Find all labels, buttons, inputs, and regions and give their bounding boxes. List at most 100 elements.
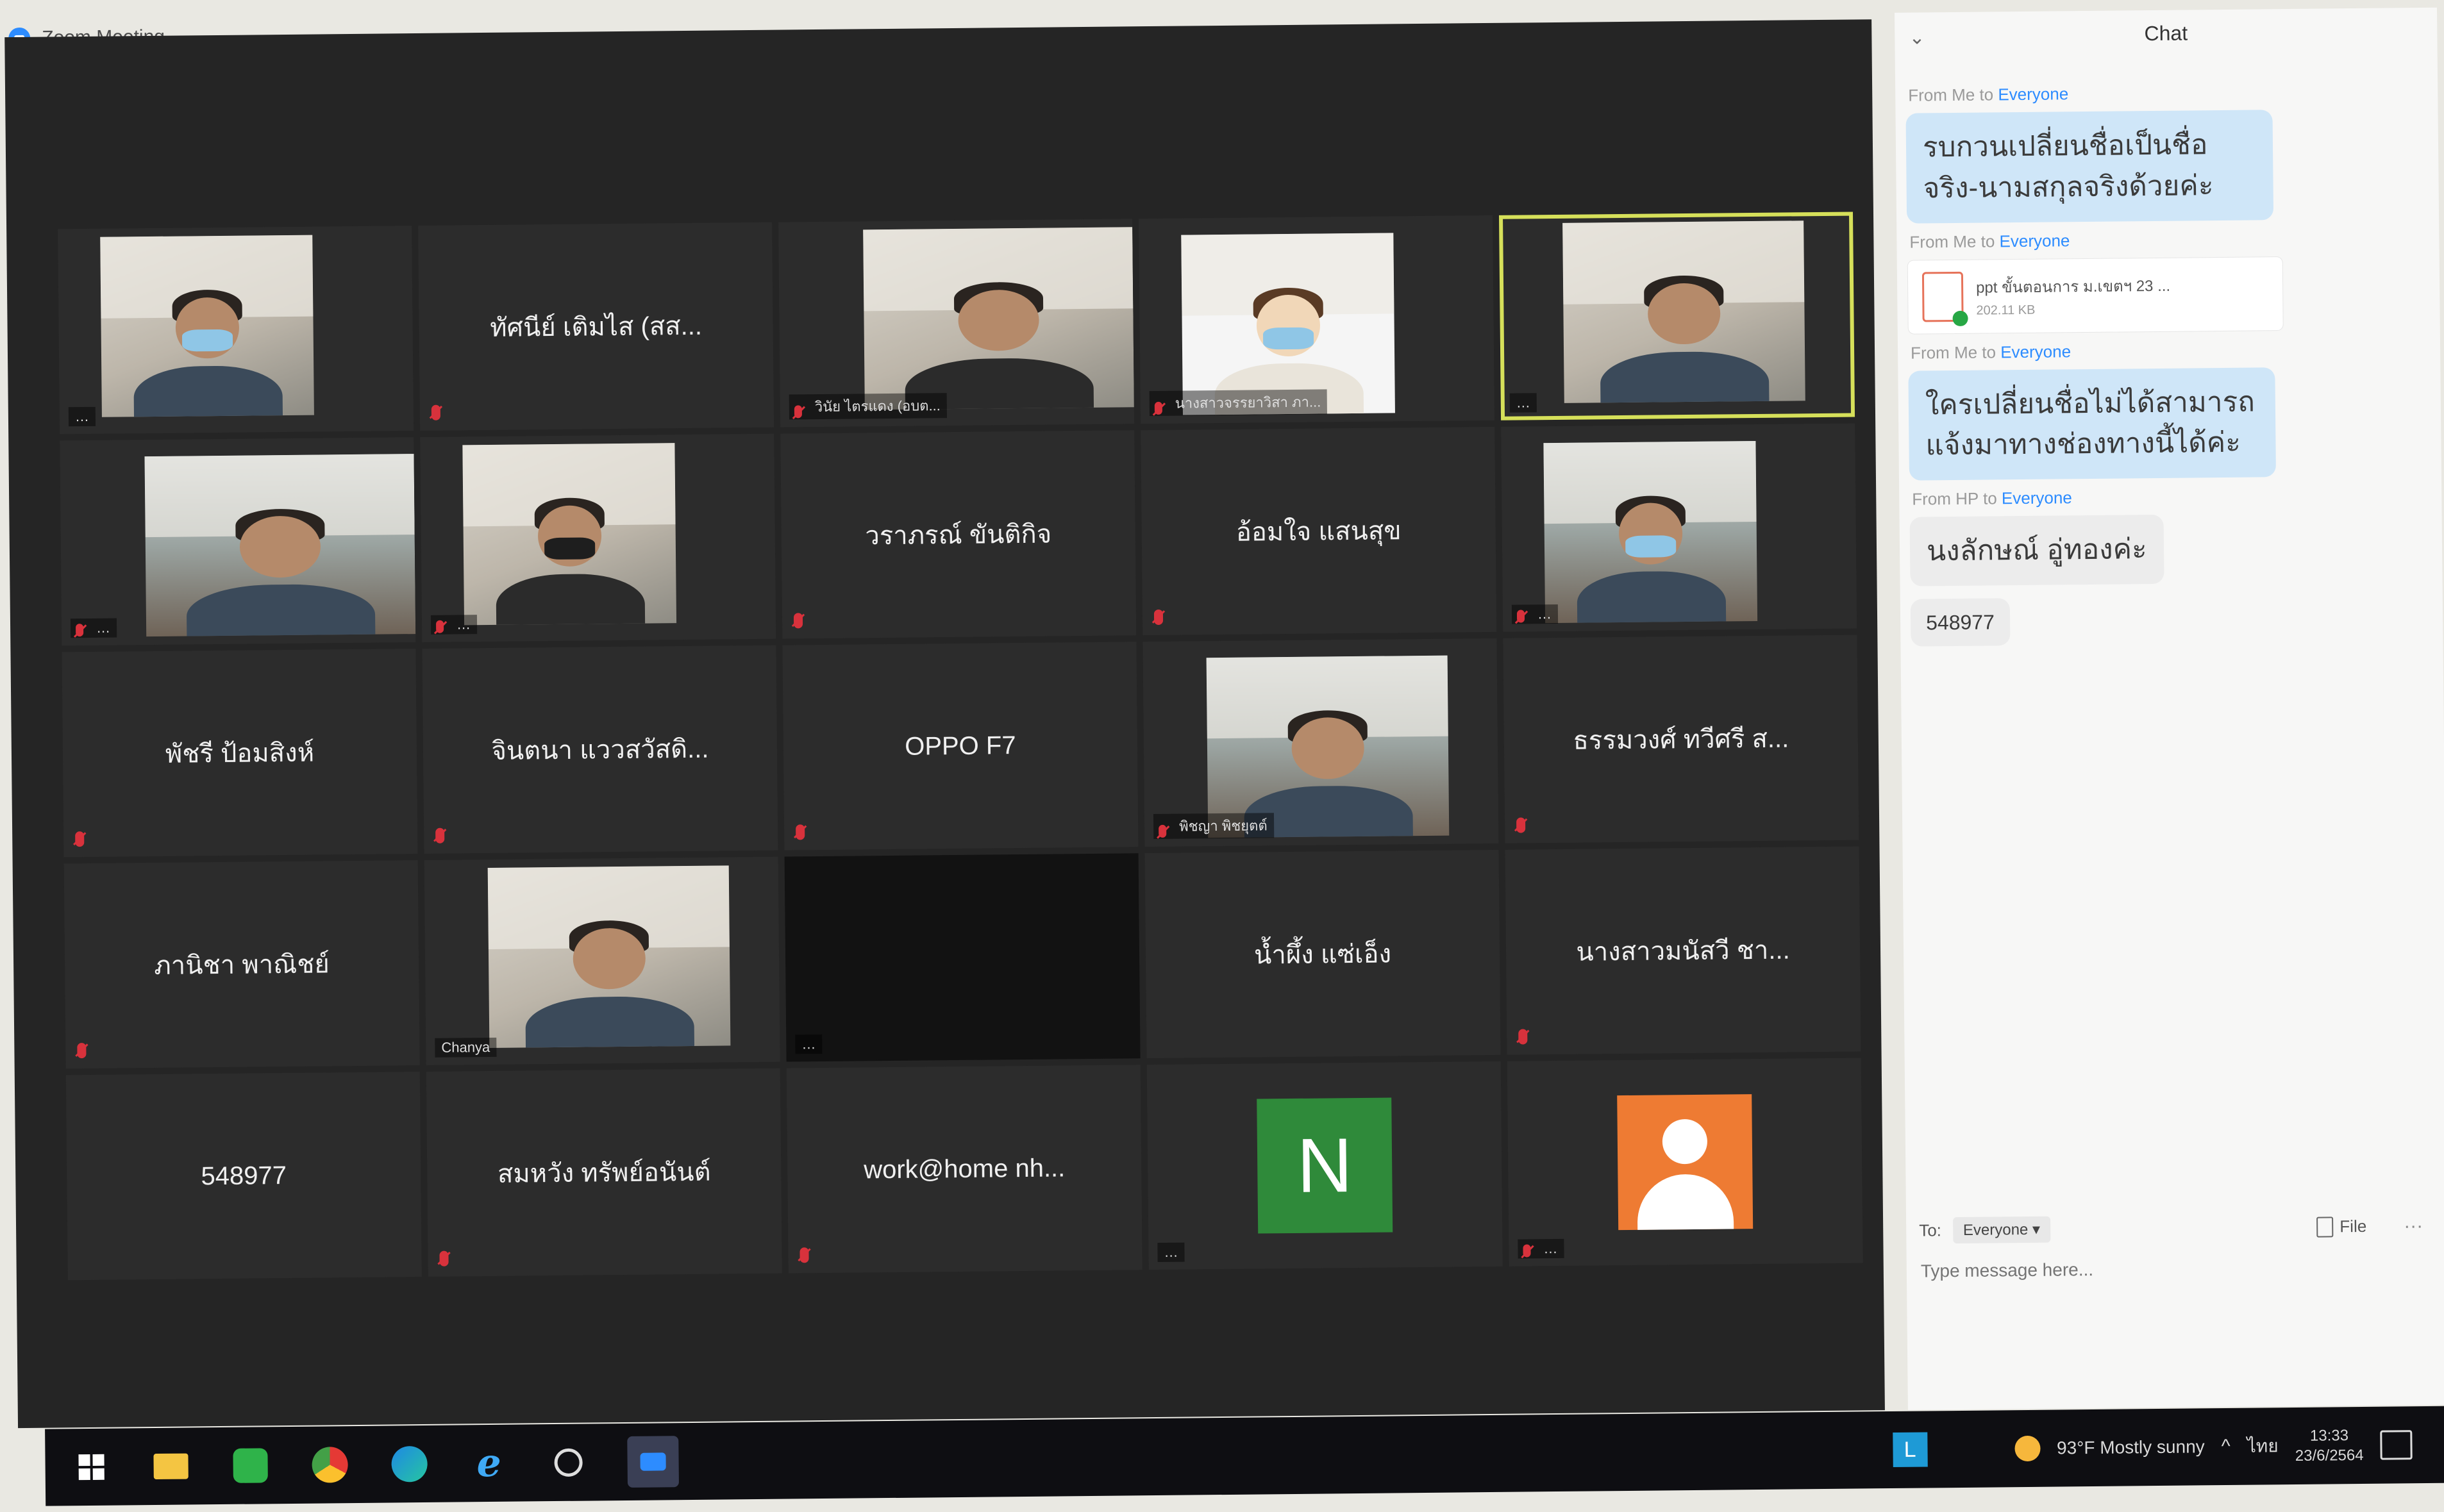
- participant-video: [1181, 232, 1396, 415]
- participant-grid: … ทัศนีย์ เติมไส (สส... วินัย ไตรแดง (อบต.…: [58, 212, 1863, 1281]
- sender-label: From Me to: [1909, 231, 2000, 252]
- chat-message: From Me to Everyone รบกวนเปลี่ยนชื่อเป็นช…: [1905, 81, 2413, 224]
- chat-header: ⌄ Chat: [1895, 8, 2438, 58]
- participant-name: สมหวัง ทรัพย์อนันต์: [497, 1158, 711, 1188]
- message-input[interactable]: [1919, 1256, 2376, 1283]
- participant-video: [1206, 655, 1450, 838]
- clock[interactable]: 13:33 23/6/2564: [2295, 1425, 2364, 1466]
- start-icon[interactable]: [71, 1447, 112, 1488]
- participant-tile[interactable]: วราภรณ์ ขันติกิจ: [780, 430, 1137, 639]
- recipient-link[interactable]: Everyone: [2002, 488, 2072, 508]
- muted-mic-icon: [1153, 609, 1164, 626]
- participant-video: [144, 453, 416, 637]
- participant-tile[interactable]: Chanya: [424, 856, 780, 1065]
- participant-video: [1543, 440, 1758, 624]
- system-tray: L 93°F Mostly sunny ^ ไทย 13:33 23/6/256…: [1892, 1424, 2444, 1470]
- participant-video: [1562, 220, 1805, 404]
- weather-sun-icon: [2014, 1435, 2041, 1462]
- sender-label: From Me to: [1908, 85, 1998, 105]
- participant-tile[interactable]: วินัย ไตรแดง (อบต...: [778, 219, 1135, 428]
- participant-tile[interactable]: …: [1501, 423, 1857, 632]
- recipient-link[interactable]: Everyone: [1998, 84, 2068, 104]
- participant-tile[interactable]: นางสาวจรรยาวิสา ภา...: [1139, 215, 1495, 424]
- internet-explorer-icon[interactable]: e: [468, 1441, 510, 1486]
- tray-expand-icon[interactable]: ^: [2222, 1436, 2231, 1458]
- muted-mic-icon: [77, 1043, 87, 1059]
- chat-bubble: 548977: [1910, 598, 2011, 647]
- participant-tile[interactable]: …: [1507, 1058, 1863, 1267]
- participant-tile[interactable]: น้ำผึ้ง แซ่เอ็ง: [1144, 849, 1501, 1059]
- chrome-icon[interactable]: [309, 1444, 351, 1486]
- participant-tile[interactable]: N…: [1146, 1061, 1503, 1270]
- participant-tile[interactable]: work@home nh...: [786, 1065, 1142, 1274]
- participant-tile[interactable]: สมหวัง ทรัพย์อนันต์: [426, 1068, 782, 1277]
- muted-mic-icon: [1516, 817, 1526, 833]
- participant-tile[interactable]: พัชรี ป้อมสิงห์: [62, 649, 418, 858]
- participant-tile[interactable]: …: [1499, 212, 1855, 420]
- participant-tile[interactable]: …: [60, 437, 416, 646]
- recipient-select[interactable]: Everyone ▾: [1952, 1216, 2051, 1244]
- participant-name: น้ำผึ้ง แซ่เอ็ง: [1253, 940, 1392, 970]
- participant-tile[interactable]: พิชญา พิชยุตต์: [1142, 638, 1499, 847]
- participant-name: ธรรมวงศ์ ทวีศรี ส...: [1573, 724, 1789, 755]
- line-icon[interactable]: [230, 1445, 271, 1486]
- participant-tile[interactable]: …: [58, 226, 414, 435]
- participant-label-text: …: [801, 1036, 816, 1052]
- recipient-link[interactable]: Everyone: [2000, 342, 2071, 361]
- participant-tile[interactable]: ภานิชา พาณิชย์: [63, 860, 420, 1069]
- file-button-label: File: [2339, 1216, 2367, 1236]
- weather-text[interactable]: 93°F Mostly sunny: [2057, 1436, 2205, 1458]
- participant-name: อ้อมใจ แสนสุข: [1235, 517, 1402, 547]
- file-explorer-icon[interactable]: [150, 1445, 192, 1487]
- file-info: ppt ขั้นตอนการ ม.เขตฯ 23 ... 202.11 KB: [1976, 272, 2171, 318]
- file-attachment[interactable]: ppt ขั้นตอนการ ม.เขตฯ 23 ... 202.11 KB: [1907, 256, 2284, 335]
- muted-mic-icon: [1159, 824, 1167, 838]
- clock-date: 23/6/2564: [2295, 1446, 2364, 1465]
- chat-bubble: นงลักษณ์ อู่ทองค่ะ: [1909, 515, 2164, 586]
- participant-tile[interactable]: 548977: [65, 1072, 422, 1281]
- muted-mic-icon: [431, 404, 441, 420]
- participant-name: 548977: [201, 1161, 287, 1190]
- language-indicator[interactable]: ไทย: [2247, 1432, 2279, 1460]
- clock-time: 13:33: [2309, 1426, 2349, 1445]
- zoom-icon[interactable]: [627, 1436, 679, 1488]
- chat-sender: From Me to Everyone: [1911, 338, 2415, 363]
- participant-label: …: [1509, 393, 1537, 413]
- avatar-placeholder-icon: [1617, 1094, 1753, 1231]
- participant-label-text: Chanya: [441, 1038, 490, 1056]
- participant-tile[interactable]: …: [784, 853, 1141, 1062]
- participant-label-text: …: [1164, 1243, 1178, 1260]
- chat-sender: From HP to Everyone: [1912, 485, 2416, 510]
- participant-tile[interactable]: จินตนา แววสวัสดิ...: [422, 645, 778, 854]
- participant-name: วราภรณ์ ขันติกิจ: [865, 520, 1052, 551]
- muted-mic-icon: [793, 613, 803, 629]
- participant-name: พัชรี ป้อมสิงห์: [165, 738, 315, 768]
- participant-tile[interactable]: OPPO F7: [782, 642, 1139, 851]
- chat-composer: To: Everyone ▾ File ···: [1919, 1213, 2423, 1283]
- recipient-link[interactable]: Everyone: [1999, 231, 2070, 251]
- search-icon[interactable]: [548, 1442, 589, 1484]
- notification-icon[interactable]: [2380, 1430, 2413, 1460]
- chat-messages: From Me to Everyone รบกวนเปลี่ยนชื่อเป็นช…: [1905, 72, 2418, 647]
- participant-tile[interactable]: อ้อมใจ แสนสุข: [1141, 426, 1497, 636]
- participant-label: …: [1511, 604, 1559, 624]
- participant-tile[interactable]: นางสาวมนัสวี ชา...: [1505, 846, 1861, 1055]
- file-button[interactable]: File: [2316, 1216, 2367, 1238]
- participant-name: ทัศนีย์ เติมไส (สส...: [490, 312, 703, 342]
- taskbar-apps: e: [45, 1436, 679, 1493]
- chat-message: 548977: [1910, 594, 2418, 647]
- participant-label: …: [1518, 1238, 1564, 1259]
- participant-tile[interactable]: ทัศนีย์ เติมไส (สส...: [418, 222, 774, 431]
- line-tray-icon[interactable]: L: [1892, 1432, 1928, 1468]
- more-options-icon[interactable]: ···: [2404, 1215, 2423, 1237]
- participant-video: [488, 865, 731, 1049]
- participant-label: …: [430, 615, 478, 635]
- edge-icon[interactable]: [389, 1443, 430, 1485]
- chat-message: From HP to Everyone นงลักษณ์ อู่ทองค่ะ: [1909, 485, 2416, 586]
- participant-label: …: [795, 1034, 823, 1054]
- avatar: N: [1257, 1097, 1393, 1234]
- participant-tile[interactable]: ธรรมวงศ์ ทวีศรี ส...: [1503, 635, 1859, 843]
- participant-tile[interactable]: …: [420, 433, 776, 642]
- file-name: ppt ขั้นตอนการ ม.เขตฯ 23 ...: [1975, 277, 2171, 297]
- participant-label-text: …: [74, 408, 90, 425]
